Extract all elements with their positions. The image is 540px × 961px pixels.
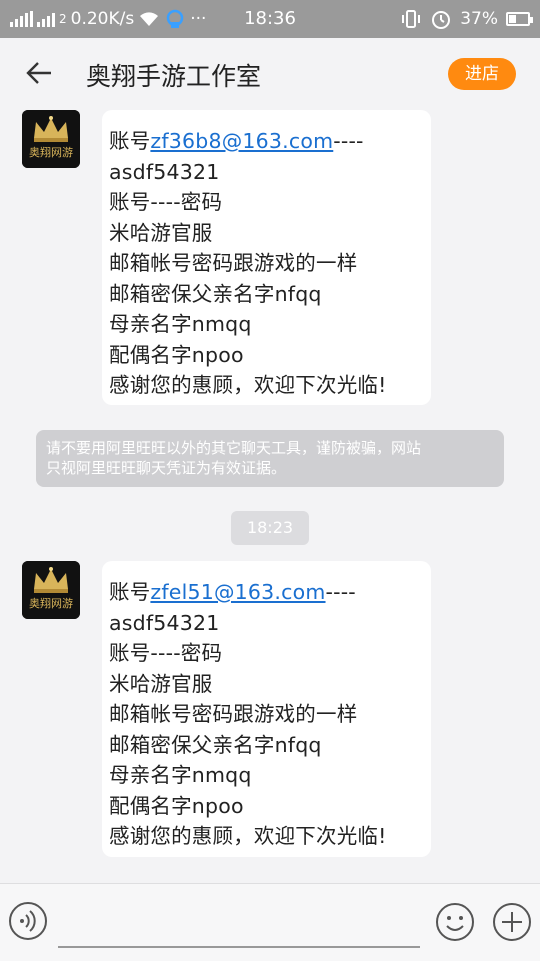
input-bar (0, 883, 540, 961)
message-line: 邮箱帐号密码跟游戏的一样 (109, 251, 358, 275)
message-line: 邮箱密保父亲名字nfqq (109, 281, 322, 306)
message-input[interactable] (58, 904, 420, 948)
message-line: 邮箱帐号密码跟游戏的一样 (109, 702, 358, 726)
battery-icon (506, 12, 533, 26)
account-line: 账号zf36b8@163.com---- (109, 129, 364, 153)
message-line: 母亲名字nmqq (109, 763, 252, 787)
message-line: asdf54321 (109, 159, 220, 184)
message-bubble[interactable]: 账号zfel51@163.com---- asdf54321 账号----密码 … (102, 561, 431, 857)
notice-line-1: 请不要用阿里旺旺以外的其它聊天工具，谨防被骗，网站 (46, 439, 422, 457)
email-link[interactable]: zfel51@163.com (150, 580, 325, 604)
back-arrow-icon[interactable] (24, 58, 54, 88)
battery-fill (509, 15, 516, 23)
message-bubble[interactable]: 账号zf36b8@163.com---- asdf54321 账号----密码 … (102, 110, 431, 405)
emoji-icon[interactable] (434, 901, 476, 943)
vibrate-icon (402, 10, 421, 28)
account-line: 账号zfel51@163.com---- (109, 580, 356, 604)
message-line: 邮箱密保父亲名字nfqq (109, 732, 322, 757)
notice-line-2: 只视阿里旺旺聊天凭证为有效证据。 (46, 459, 287, 477)
logo-text: 奥翔网游 (29, 596, 73, 610)
message-line: 感谢您的惠顾，欢迎下次光临! (109, 824, 387, 848)
safety-notice: 请不要用阿里旺旺以外的其它聊天工具，谨防被骗，网站 只视阿里旺旺聊天凭证为有效证… (36, 430, 504, 487)
message-line: asdf54321 (109, 610, 220, 635)
crown-logo: 奥翔网游 (22, 110, 80, 168)
status-bar: 2 0.20K/s ··· 18:36 37% (0, 0, 540, 38)
message-line: 账号----密码 (109, 641, 223, 665)
status-right: 37% (400, 8, 533, 30)
enter-shop-button[interactable]: 进店 (448, 58, 516, 90)
logo-text: 奥翔网游 (29, 145, 73, 159)
page-title: 奥翔手游工作室 (86, 62, 262, 91)
email-link[interactable]: zf36b8@163.com (150, 129, 333, 153)
alarm-icon (432, 11, 451, 29)
message-line: 母亲名字nmqq (109, 312, 252, 336)
voice-icon[interactable] (8, 901, 48, 941)
chat-header: 奥翔手游工作室 进店 (0, 38, 540, 108)
message-line: 配偶名字npoo (109, 793, 244, 818)
message-line: 配偶名字npoo (109, 342, 244, 367)
message-line: 感谢您的惠顾，欢迎下次光临! (109, 373, 387, 397)
avatar[interactable]: 奥翔网游 (22, 561, 80, 619)
crown-logo: 奥翔网游 (22, 561, 80, 619)
message-line: 米哈游官服 (109, 671, 213, 696)
message-line: 米哈游官服 (109, 220, 213, 245)
message-timestamp: 18:23 (231, 511, 309, 545)
avatar[interactable]: 奥翔网游 (22, 110, 80, 168)
plus-icon[interactable] (491, 901, 533, 943)
battery-percent: 37% (460, 9, 498, 29)
message-line: 账号----密码 (109, 190, 223, 214)
